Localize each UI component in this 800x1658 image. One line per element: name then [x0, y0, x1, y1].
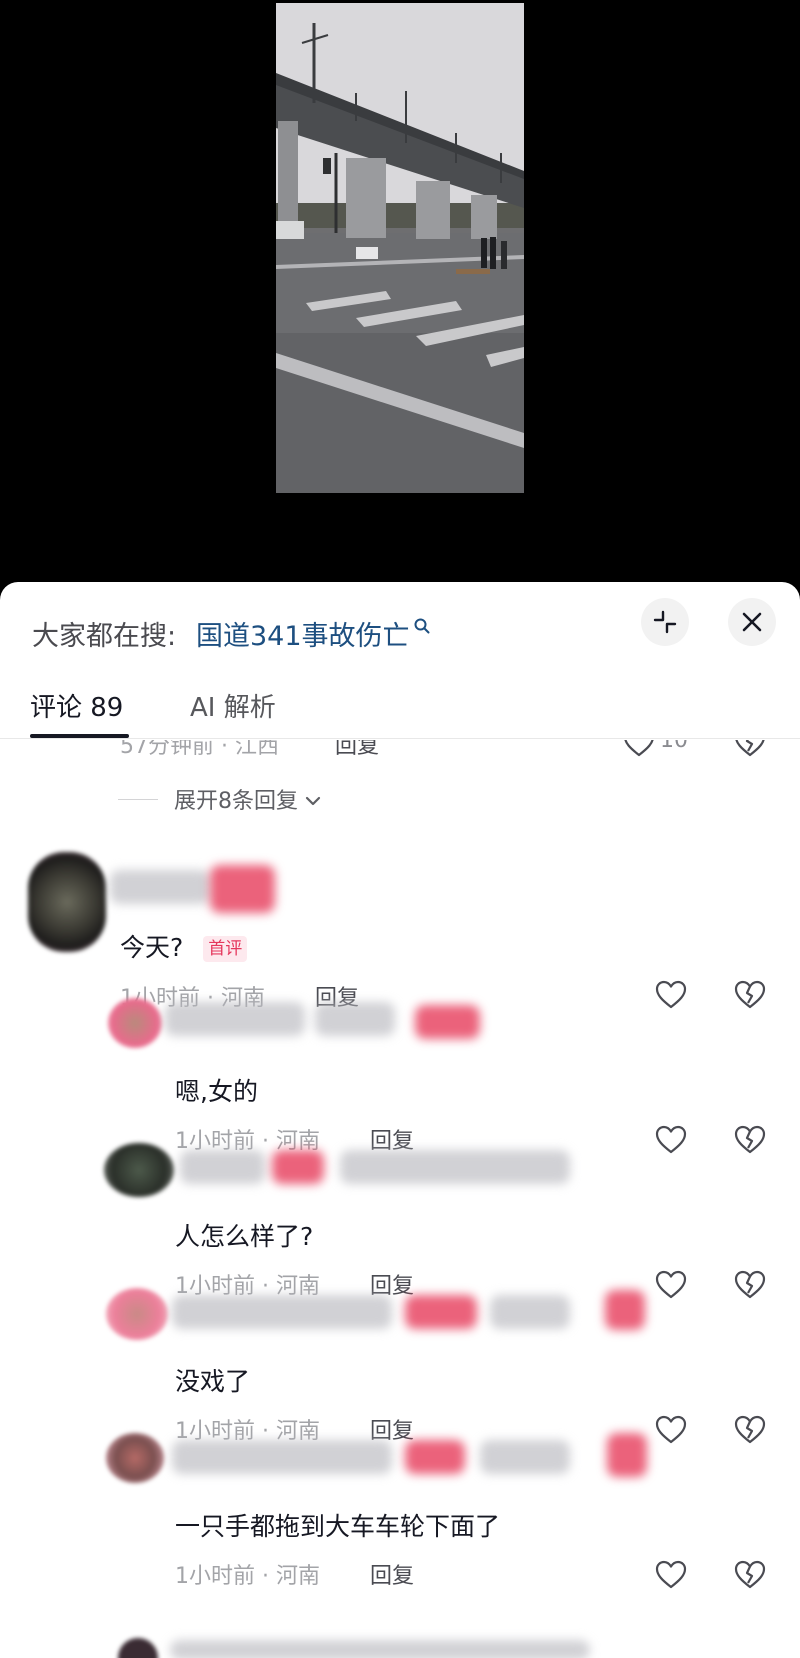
comment-meta: 1小时前 · 河南 [175, 1564, 320, 1589]
active-tab-indicator [30, 734, 129, 738]
username-redacted[interactable] [172, 1295, 392, 1329]
tab-comments[interactable]: 评论 89 [30, 687, 123, 724]
chevron-down-icon [305, 796, 321, 806]
expand-replies-label[interactable]: 展开8条回复 [174, 783, 321, 815]
comment-list[interactable]: 57分钟前 · 江西 回复 10 展开8条回复 今天? 首评 1小时前 · 河南 … [0, 740, 800, 1658]
search-icon [414, 618, 430, 634]
broken-heart-icon[interactable] [733, 1413, 767, 1447]
heart-icon[interactable] [622, 740, 656, 760]
username-redacted[interactable] [165, 1002, 305, 1036]
trending-search-bar: 大家都在搜: 国道341事故伤亡 [0, 582, 800, 677]
comment-text: 嗯,女的 [175, 1077, 258, 1106]
comment-text: 一只手都拖到大车车轮下面了 [175, 1512, 501, 1541]
heart-icon[interactable] [654, 978, 688, 1012]
comment-body: 今天? 首评 [120, 928, 248, 964]
comment-text: 人怎么样了? [175, 1222, 314, 1251]
reply-button[interactable]: 回复 [335, 740, 379, 760]
tab-bar: 评论 89 AI 解析 [0, 677, 800, 739]
username-redacted[interactable] [110, 870, 210, 904]
username-redacted[interactable] [415, 1005, 480, 1039]
trending-search-prefix: 大家都在搜: [32, 621, 177, 652]
collapse-icon [653, 610, 677, 634]
username-redacted[interactable] [607, 1433, 647, 1477]
heart-icon[interactable] [654, 1123, 688, 1157]
comment-text: 今天? [120, 933, 184, 962]
heart-icon[interactable] [654, 1558, 688, 1592]
username-redacted[interactable] [180, 1150, 265, 1184]
comment-sheet: 大家都在搜: 国道341事故伤亡 评论 89 AI 解析 57分钟前 · 江西 … [0, 582, 800, 1658]
username-redacted[interactable] [405, 1440, 465, 1474]
avatar[interactable] [28, 852, 106, 952]
avatar[interactable] [118, 1638, 158, 1658]
expand-replies-button[interactable]: 展开8条回复 [118, 783, 518, 815]
username-redacted[interactable] [340, 1150, 570, 1184]
video-frame[interactable] [276, 3, 524, 493]
first-comment-badge: 首评 [203, 936, 248, 962]
username-redacted[interactable] [172, 1440, 392, 1474]
comment-text: 没戏了 [175, 1367, 251, 1396]
video-still-image [276, 3, 524, 493]
broken-heart-icon[interactable] [733, 978, 767, 1012]
broken-heart-icon[interactable] [733, 1123, 767, 1157]
tab-ai-analysis[interactable]: AI 解析 [190, 687, 276, 724]
username-redacted[interactable] [210, 865, 275, 913]
username-redacted[interactable] [605, 1290, 645, 1330]
like-count: 10 [660, 740, 688, 753]
broken-heart-icon[interactable] [733, 1558, 767, 1592]
broken-heart-icon[interactable] [733, 1268, 767, 1302]
trending-search-link[interactable]: 国道341事故伤亡 [196, 614, 431, 653]
close-icon [742, 612, 762, 632]
avatar[interactable] [108, 998, 162, 1048]
comment-meta: 57分钟前 · 江西 [120, 740, 279, 759]
username-redacted[interactable] [490, 1295, 570, 1329]
close-button[interactable] [728, 598, 776, 646]
avatar[interactable] [106, 1288, 168, 1340]
avatar[interactable] [104, 1143, 174, 1197]
broken-heart-icon[interactable] [733, 740, 767, 760]
username-redacted[interactable] [480, 1440, 570, 1474]
heart-icon[interactable] [654, 1413, 688, 1447]
reply-button[interactable]: 回复 [370, 1558, 414, 1590]
trending-search-query[interactable]: 国道341事故伤亡 [196, 621, 410, 652]
expand-replies-text[interactable]: 展开8条回复 [174, 789, 298, 814]
username-redacted[interactable] [170, 1640, 590, 1658]
username-redacted[interactable] [272, 1150, 324, 1184]
heart-icon[interactable] [654, 1268, 688, 1302]
collapse-button[interactable] [641, 598, 689, 646]
avatar[interactable] [106, 1433, 164, 1483]
username-redacted[interactable] [405, 1295, 477, 1329]
video-player[interactable] [0, 0, 800, 600]
expand-divider [118, 799, 158, 800]
username-redacted[interactable] [315, 1002, 395, 1036]
